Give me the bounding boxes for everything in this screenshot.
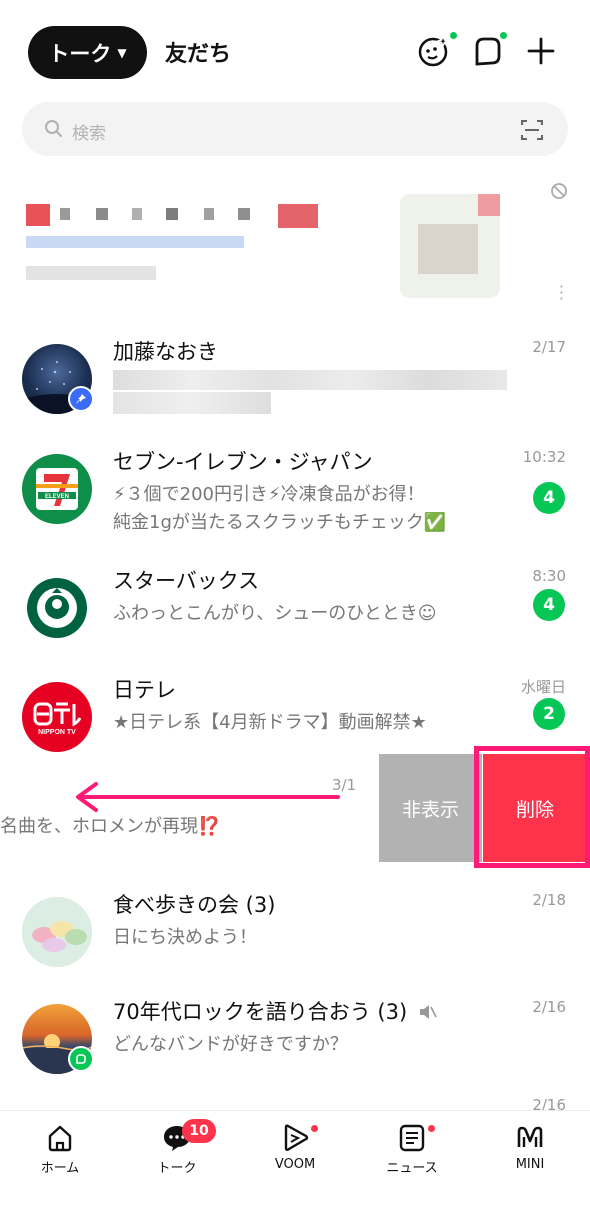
- chat-message-line: 純金1gが当たるスクラッチもチェック✅: [113, 512, 447, 533]
- chat-name: セブン-イレブン・ジャパン: [113, 450, 373, 474]
- svg-text:NIPPON TV: NIPPON TV: [38, 729, 76, 736]
- hide-button[interactable]: 非表示: [379, 754, 482, 862]
- chat-time: 10:32: [522, 448, 566, 466]
- nav-voom-label: VOOM: [274, 1157, 316, 1172]
- news-icon: [399, 1124, 425, 1152]
- chat-bubble-icon[interactable]: [471, 32, 507, 68]
- openchat-icon: [68, 1046, 94, 1072]
- chat-row[interactable]: 70年代ロックを語り合おう (3) 2/16 どんなバンドが好きですか？: [0, 990, 590, 1100]
- header: トーク ▼ 友だち: [0, 0, 590, 100]
- search-icon: [45, 120, 62, 137]
- nav-mini[interactable]: MINI: [480, 1123, 580, 1172]
- qr-scan-icon[interactable]: [520, 118, 544, 142]
- chat-row[interactable]: スターバックス 8:30 ふわっとこんがり、シューのひととき☺ 4: [0, 559, 590, 669]
- talk-dropdown-button[interactable]: トーク ▼: [28, 26, 147, 79]
- chat-row[interactable]: 2/16: [0, 1090, 590, 1110]
- chat-time: 水曜日: [520, 678, 566, 696]
- voom-icon: [284, 1124, 309, 1151]
- chat-name-text: 70年代ロックを語り合おう (3): [113, 1000, 408, 1024]
- chat-name: 70年代ロックを語り合おう (3): [113, 996, 438, 1026]
- highlight-box: [474, 746, 590, 868]
- chat-message-line: ⚡３個で200円引き⚡冷凍食品がお得！: [113, 484, 425, 505]
- chat-name: 加藤なおき: [113, 340, 218, 364]
- voom-new-dot: [311, 1125, 318, 1132]
- friends-tab[interactable]: 友だち: [165, 36, 231, 68]
- chevron-down-icon: ▼: [117, 45, 127, 60]
- chat-message: どんなバンドが好きですか？: [113, 1034, 348, 1055]
- unread-badge: 4: [533, 589, 565, 621]
- nav-home-label: ホーム: [40, 1161, 80, 1176]
- mute-icon: [419, 1005, 437, 1019]
- plus-icon[interactable]: [524, 34, 558, 68]
- chat-message: 日にち決めよう！: [113, 927, 257, 948]
- chat-message: ふわっとこんがり、シューのひととき☺: [113, 603, 437, 624]
- chat-message: ⚡３個で200円引き⚡冷凍食品がお得！ 純金1gが当たるスクラッチもチェック✅: [113, 481, 446, 537]
- hide-ad-icon[interactable]: [550, 182, 568, 200]
- nav-voom[interactable]: VOOM: [245, 1123, 345, 1172]
- avatar: [22, 573, 92, 643]
- nav-news-label: ニュース: [386, 1161, 438, 1176]
- chat-time: 2/18: [532, 891, 566, 909]
- unread-badge: 2: [533, 698, 565, 730]
- nav-news[interactable]: ニュース: [362, 1123, 462, 1176]
- sparkle-face-icon[interactable]: [418, 32, 457, 68]
- chat-time: 2/17: [532, 338, 566, 356]
- chat-row[interactable]: ELEVEN セブン-イレブン・ジャパン 10:32 ⚡３個で200円引き⚡冷凍…: [0, 440, 590, 550]
- swipe-left-arrow-icon: [76, 782, 340, 812]
- ad-meta-pixelated: [26, 266, 156, 280]
- chat-time: 2/16: [532, 998, 566, 1016]
- nav-talk-label: トーク: [157, 1161, 197, 1176]
- chat-row[interactable]: 食べ歩きの会 (3) 2/18 日にち決めよう！: [0, 883, 590, 993]
- chat-row[interactable]: 加藤なおき 2/17: [0, 330, 590, 440]
- more-vert-icon[interactable]: · · ·: [559, 279, 564, 307]
- nav-talk[interactable]: 10 トーク: [127, 1119, 227, 1176]
- ad-image-pixelated: [400, 194, 500, 298]
- ad-subtitle-pixelated: [26, 236, 244, 248]
- nav-mini-label: MINI: [515, 1157, 545, 1172]
- avatar: ELEVEN: [22, 454, 92, 524]
- ad-banner[interactable]: · · ·: [0, 168, 590, 318]
- svg-text:ELEVEN: ELEVEN: [45, 494, 69, 500]
- search-placeholder: 検索: [72, 124, 106, 144]
- talk-unread-badge: 10: [182, 1119, 216, 1143]
- unread-badge: 4: [533, 482, 565, 514]
- nav-home[interactable]: ホーム: [10, 1123, 110, 1176]
- avatar: [22, 897, 92, 967]
- chat-time: 2/16: [532, 1096, 566, 1110]
- chat-name: 日テレ: [113, 678, 176, 702]
- talk-dropdown-label: トーク: [48, 41, 112, 66]
- news-new-dot: [428, 1125, 435, 1132]
- chat-name: 食べ歩きの会 (3): [113, 893, 276, 917]
- chat-message: ★日テレ系【4月新ドラマ】動画解禁★: [113, 712, 427, 733]
- mini-icon: [517, 1126, 543, 1147]
- home-icon: [48, 1125, 72, 1152]
- avatar: NIPPON TV: [22, 682, 92, 752]
- chat-name: スターバックス: [113, 569, 260, 593]
- search-bar[interactable]: 検索: [22, 102, 568, 156]
- bottom-navigation: ホーム 10 トーク VOOM ニュース MINI: [0, 1110, 590, 1230]
- chat-time: 8:30: [532, 567, 566, 585]
- swiped-chat-row[interactable]: 3/1 名曲を、ホロメンが再現⁉️ 非表示 削除: [0, 746, 590, 868]
- pin-icon: [68, 386, 94, 412]
